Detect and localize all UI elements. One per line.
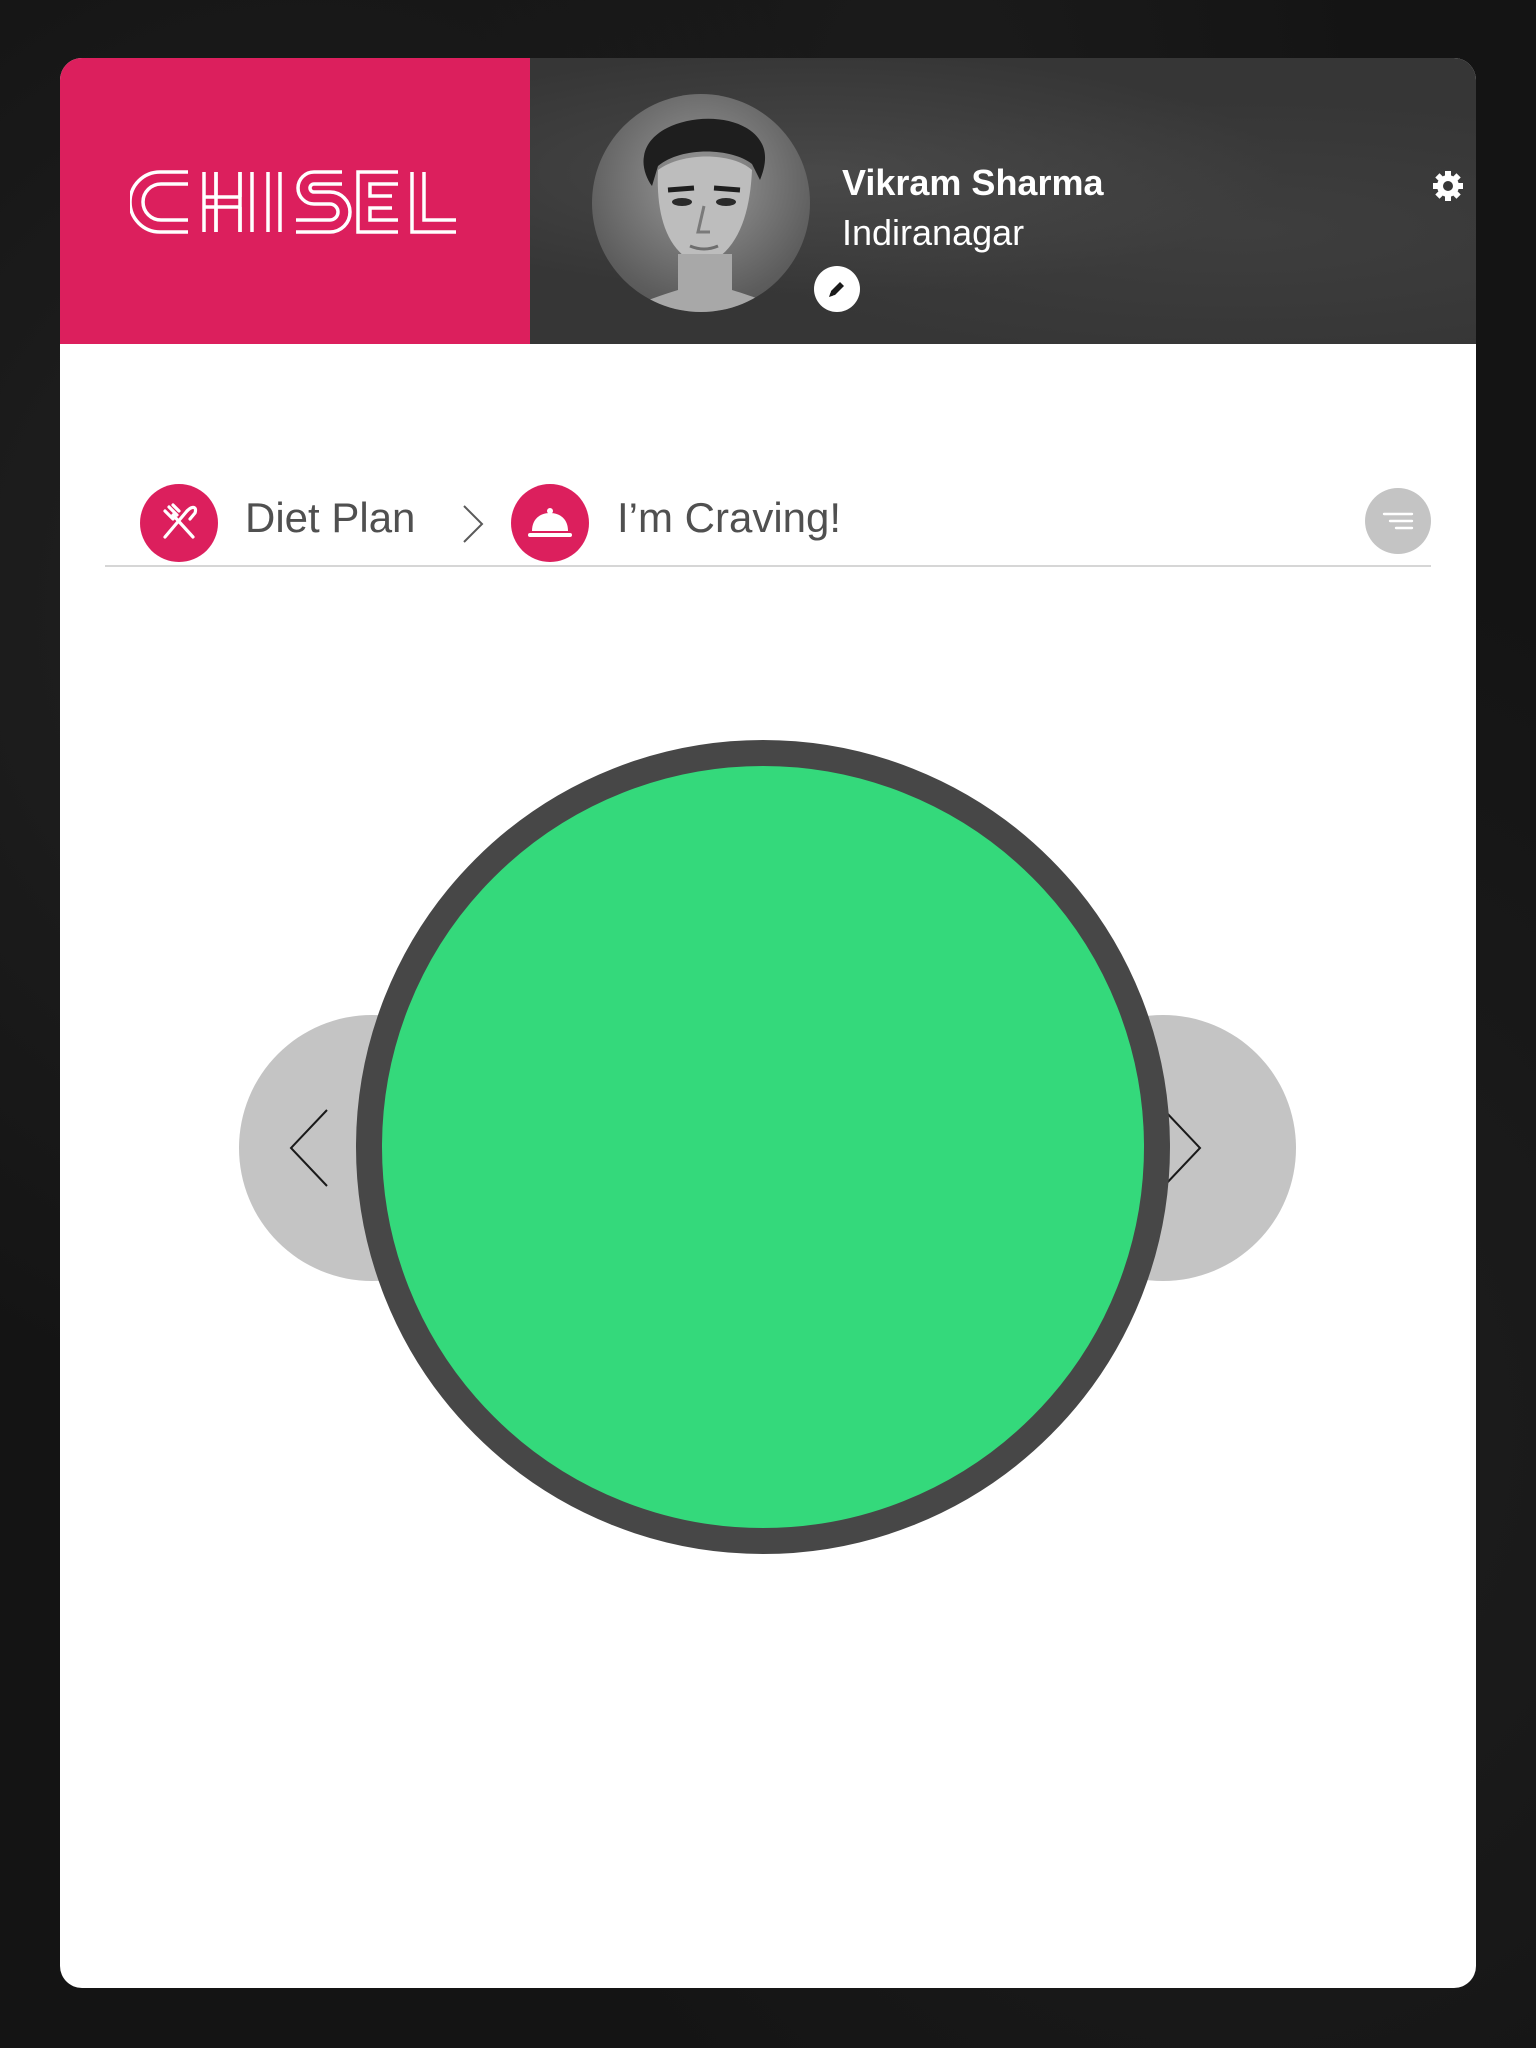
fork-knife-icon xyxy=(163,503,198,539)
avatar[interactable] xyxy=(592,94,810,312)
menu-button[interactable] xyxy=(1365,488,1431,554)
selected-item-circle[interactable] xyxy=(356,740,1170,1554)
pencil-icon xyxy=(829,282,844,297)
profile-bar: Vikram Sharma Indiranagar xyxy=(530,58,1476,344)
settings-button[interactable] xyxy=(1430,168,1466,204)
chisel-logo xyxy=(130,170,456,234)
profile-photo xyxy=(622,118,788,312)
cloche-icon xyxy=(528,508,572,537)
user-location: Indiranagar xyxy=(842,212,1025,253)
edit-avatar-button[interactable] xyxy=(814,266,860,312)
sort-lines-icon xyxy=(1382,512,1414,530)
gear-icon xyxy=(1433,171,1463,201)
app-card: Vikram Sharma Indiranagar Diet Plan I’m … xyxy=(60,58,1476,1988)
divider xyxy=(105,565,1431,567)
craving-crumb-icon[interactable] xyxy=(511,484,589,562)
app-header: Vikram Sharma Indiranagar xyxy=(60,58,1476,344)
chevron-right-icon xyxy=(463,505,484,543)
breadcrumb-im-craving[interactable]: I’m Craving! xyxy=(617,494,841,542)
breadcrumb-diet-plan[interactable]: Diet Plan xyxy=(245,494,415,542)
diet-plan-crumb-icon[interactable] xyxy=(140,484,218,562)
chevron-left-icon xyxy=(289,1109,328,1187)
breadcrumb: Diet Plan I’m Craving! xyxy=(60,344,1476,624)
brand-panel xyxy=(60,58,530,344)
user-name: Vikram Sharma xyxy=(842,162,1104,203)
